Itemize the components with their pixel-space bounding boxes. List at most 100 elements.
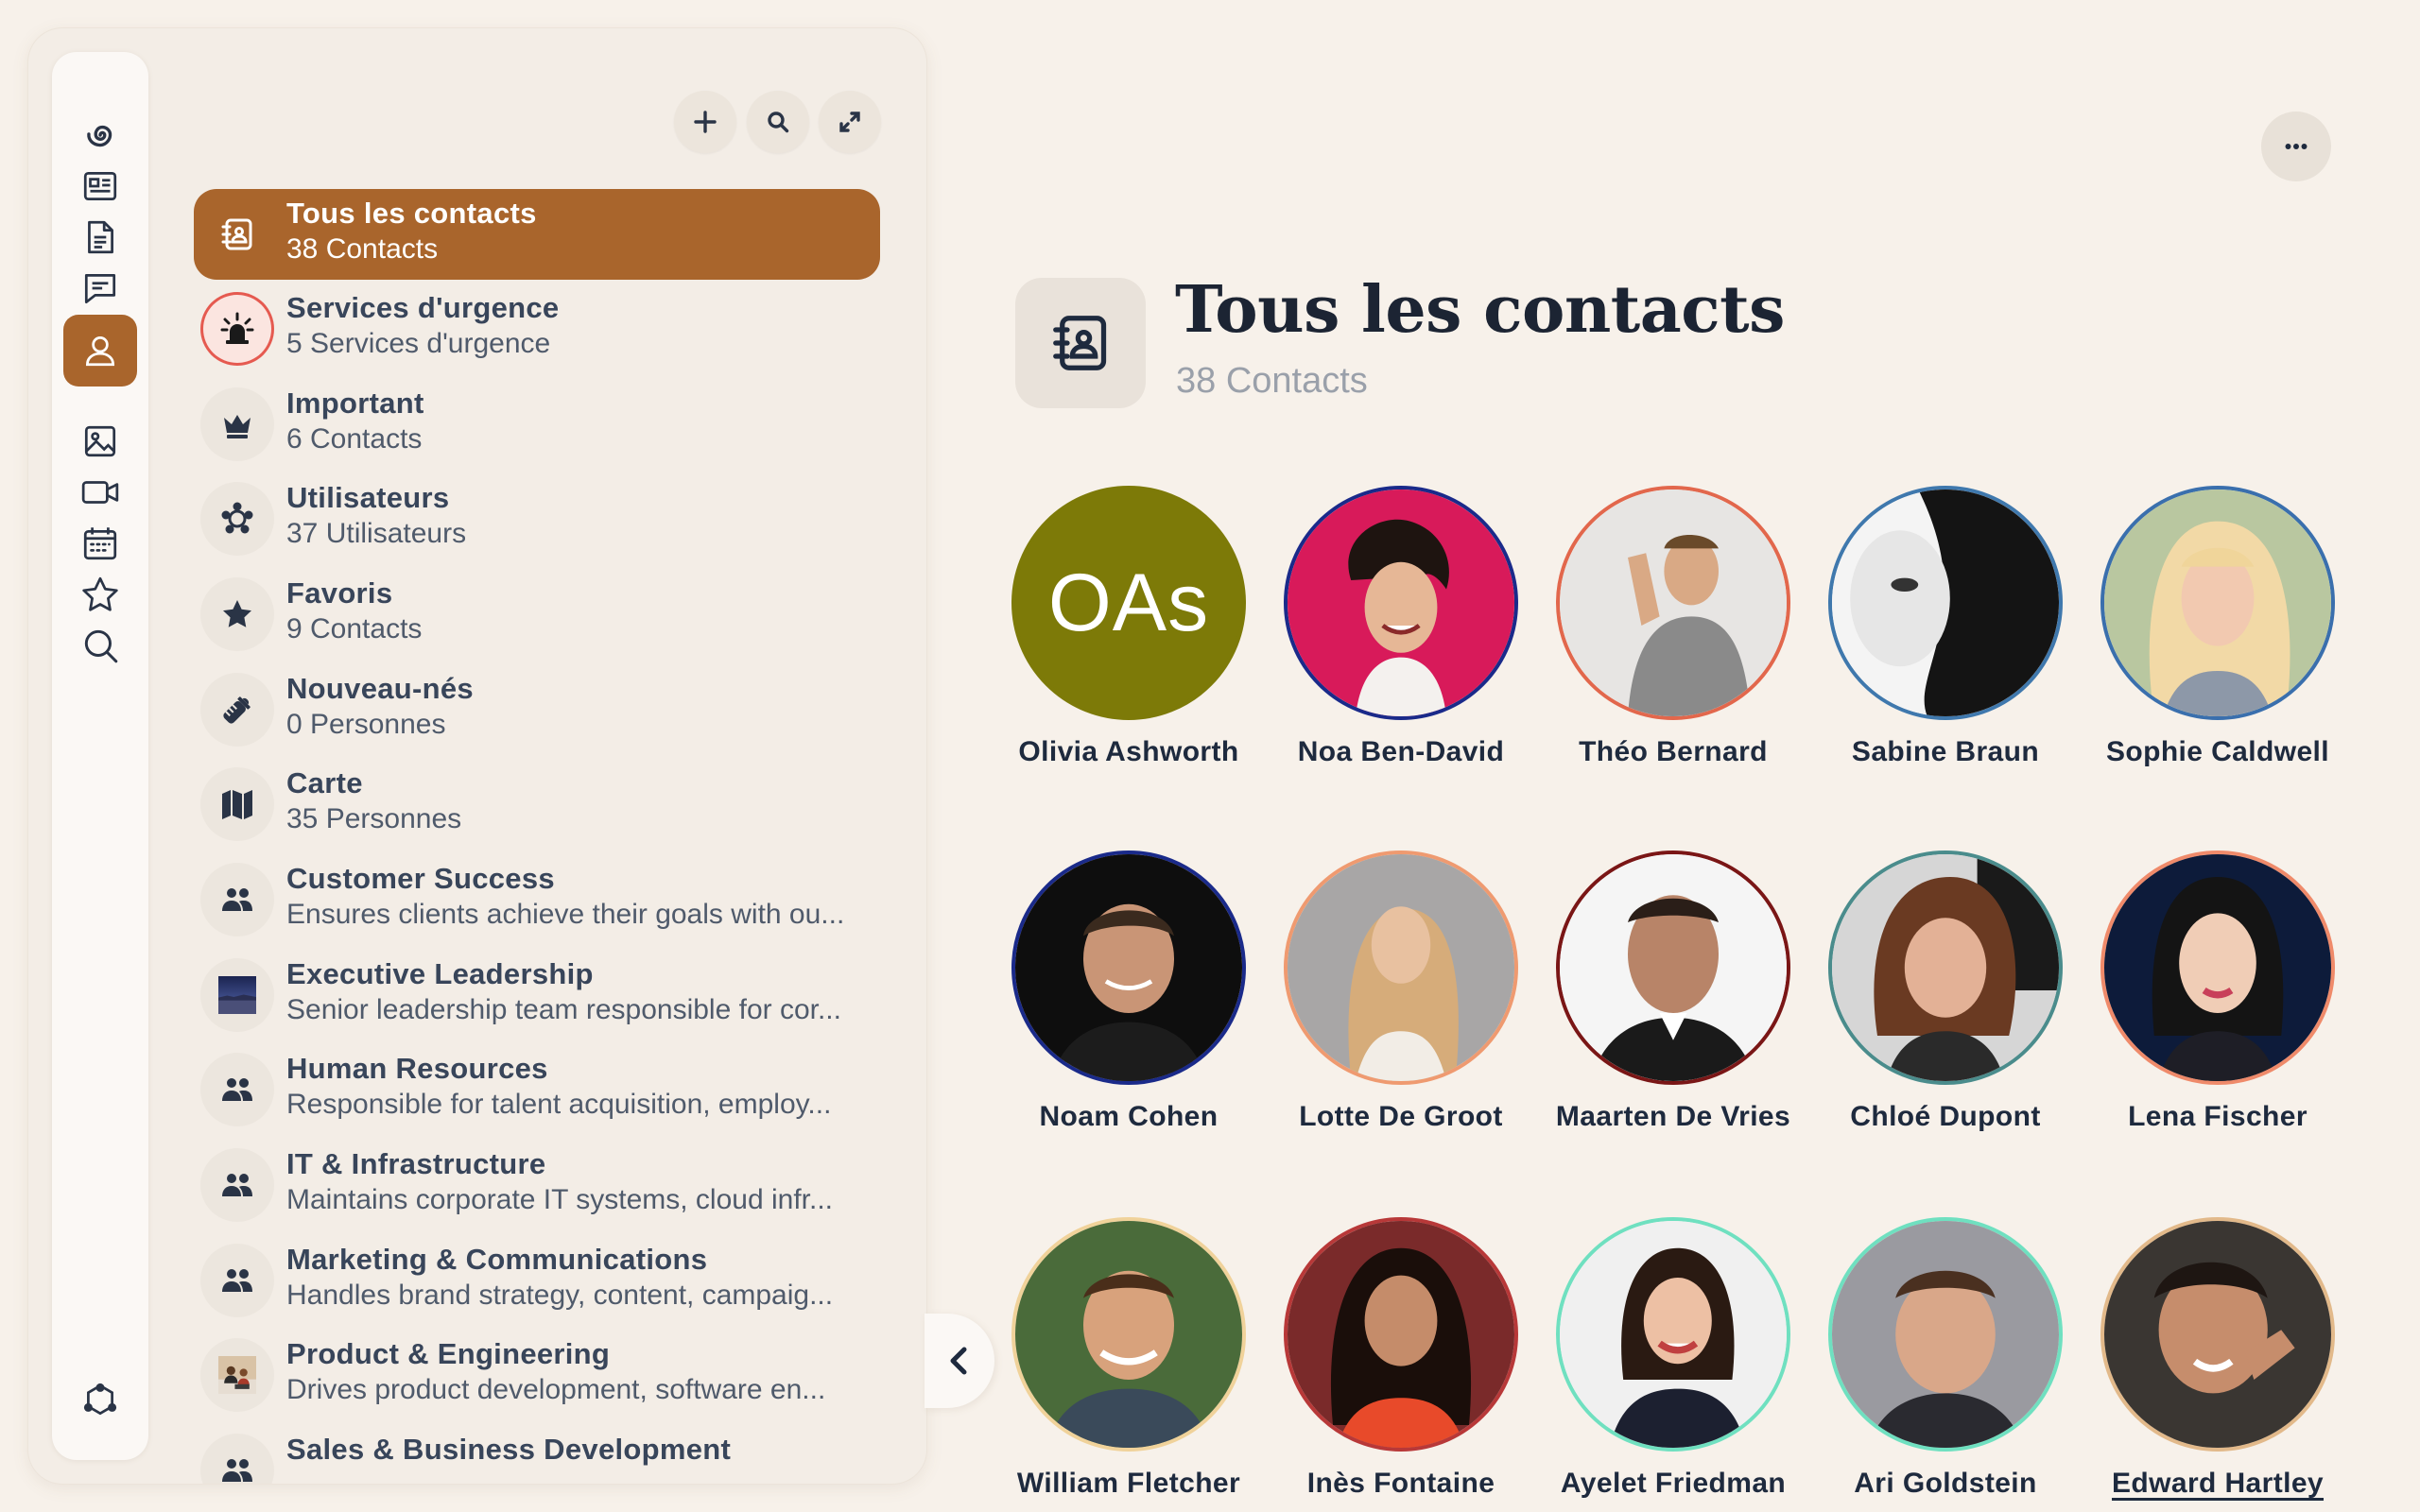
- team-icon: [200, 1148, 274, 1222]
- contact-card[interactable]: Théo Bernard: [1537, 486, 1809, 769]
- contact-name: Lena Fischer: [2128, 1101, 2308, 1132]
- search-icon[interactable]: [63, 610, 137, 681]
- contact-card[interactable]: Inès Fontaine: [1265, 1217, 1537, 1501]
- contact-name: Théo Bernard: [1579, 736, 1768, 767]
- avatar: [1556, 486, 1790, 720]
- group-subtitle: Ensures clients achieve their goals with…: [286, 899, 845, 930]
- group-title: Nouveau-nés: [286, 672, 474, 705]
- contact-name: Noam Cohen: [1039, 1101, 1219, 1132]
- contact-name: Sophie Caldwell: [2105, 736, 2330, 767]
- group-title: Executive Leadership: [286, 957, 594, 990]
- contact-card[interactable]: Maarten De Vries: [1537, 850, 1809, 1134]
- group-item-map[interactable]: Carte 35 Personnes: [194, 759, 880, 850]
- group-item-emergency[interactable]: Services d'urgence 5 Services d'urgence: [194, 284, 880, 374]
- avatar: [2100, 1217, 2335, 1452]
- contact-card[interactable]: Chloé Dupont: [1809, 850, 2082, 1134]
- contact-name: Inès Fontaine: [1306, 1468, 1495, 1499]
- group-item-executive-leadership[interactable]: Executive Leadership Senior leadership te…: [194, 950, 880, 1040]
- avatar: [1556, 850, 1790, 1085]
- group-item-customer-success[interactable]: Customer Success Ensures clients achieve …: [194, 854, 880, 945]
- group-subtitle: 5 Services d'urgence: [286, 328, 551, 359]
- contact-card[interactable]: Edward Hartley: [2082, 1217, 2354, 1501]
- group-item-human-resources[interactable]: Human Resources Responsible for talent ac…: [194, 1044, 880, 1135]
- avatar: [1556, 1217, 1790, 1452]
- contact-card[interactable]: Sabine Braun: [1809, 486, 2082, 769]
- group-item-sales[interactable]: Sales & Business Development: [194, 1425, 880, 1484]
- group-item-all-contacts[interactable]: Tous les contacts 38 Contacts: [194, 189, 880, 280]
- group-subtitle: 38 Contacts: [286, 233, 439, 265]
- expand-button[interactable]: [819, 91, 881, 153]
- avatar: [1828, 1217, 2063, 1452]
- contact-card[interactable]: Lena Fischer: [2082, 850, 2354, 1134]
- contacts-person-icon[interactable]: [63, 315, 137, 387]
- contact-card[interactable]: William Fletcher: [993, 1217, 1265, 1501]
- contact-name: Sabine Braun: [1851, 736, 2040, 767]
- contact-name: Lotte De Groot: [1299, 1101, 1503, 1132]
- contact-name: William Fletcher: [1016, 1468, 1241, 1499]
- add-group-button[interactable]: [674, 91, 736, 153]
- group-item-newborns[interactable]: Nouveau-nés 0 Personnes: [194, 664, 880, 755]
- address-book-icon: [200, 198, 274, 271]
- contact-card[interactable]: Noam Cohen: [993, 850, 1265, 1134]
- contact-card[interactable]: Sophie Caldwell: [2082, 486, 2354, 769]
- group-title: Human Resources: [286, 1052, 548, 1085]
- group-title: Favoris: [286, 576, 393, 610]
- contact-card[interactable]: Noa Ben-David: [1265, 486, 1537, 769]
- contact-card[interactable]: Ari Goldstein: [1809, 1217, 2082, 1501]
- avatar: [1828, 486, 2063, 720]
- group-item-users[interactable]: Utilisateurs 37 Utilisateurs: [194, 473, 880, 564]
- group-subtitle: Handles brand strategy, content, campaig…: [286, 1280, 834, 1311]
- group-title: Carte: [286, 766, 363, 799]
- contact-card[interactable]: Lotte De Groot: [1265, 850, 1537, 1134]
- group-subtitle: 9 Contacts: [286, 613, 423, 644]
- team-photo: [200, 1338, 274, 1412]
- group-title: Customer Success: [286, 862, 555, 895]
- group-item-product-engineering[interactable]: Product & Engineering Drives product deve…: [194, 1330, 880, 1420]
- group-subtitle: 37 Utilisateurs: [286, 518, 467, 549]
- group-subtitle: Responsible for talent acquisition, empl…: [286, 1089, 832, 1120]
- group-item-it-infrastructure[interactable]: IT & Infrastructure Maintains corporate I…: [194, 1140, 880, 1230]
- map-icon: [200, 767, 274, 841]
- contact-name: Ayelet Friedman: [1560, 1468, 1787, 1499]
- chevron-left-icon: [950, 1347, 967, 1375]
- avatar: [1011, 1217, 1246, 1452]
- group-title: Tous les contacts: [286, 197, 537, 230]
- search-groups-button[interactable]: [747, 91, 809, 153]
- team-icon: [200, 1244, 274, 1317]
- avatar-initials: OAs: [1047, 557, 1210, 648]
- team-icon: [200, 1434, 274, 1484]
- address-book-icon: [1015, 278, 1146, 408]
- group-subtitle: 6 Contacts: [286, 423, 423, 455]
- page-title: Tous les contacts: [1175, 272, 1785, 348]
- more-options-button[interactable]: [2261, 112, 2331, 181]
- contact-card[interactable]: OAs Olivia Ashworth: [993, 486, 1265, 769]
- avatar: [2100, 850, 2335, 1085]
- group-title: IT & Infrastructure: [286, 1147, 546, 1180]
- team-icon: [200, 1053, 274, 1126]
- group-item-favorites[interactable]: Favoris 9 Contacts: [194, 569, 880, 660]
- crown-icon: [200, 387, 274, 461]
- contact-name: Ari Goldstein: [1854, 1468, 2037, 1499]
- collapse-sidebar-button[interactable]: [925, 1314, 994, 1408]
- contact-card[interactable]: Ayelet Friedman: [1537, 1217, 1809, 1501]
- group-item-important[interactable]: Important 6 Contacts: [194, 379, 880, 470]
- settings-icon[interactable]: [63, 1364, 137, 1435]
- contact-name: Maarten De Vries: [1555, 1101, 1791, 1132]
- avatar: [2100, 486, 2335, 720]
- baby-bottle-icon: [200, 673, 274, 747]
- group-title: Marketing & Communications: [286, 1243, 708, 1276]
- group-item-marketing[interactable]: Marketing & Communications Handles brand …: [194, 1235, 880, 1326]
- group-list: Tous les contacts 38 Contacts Services d'…: [194, 187, 880, 1484]
- group-subtitle: 0 Personnes: [286, 709, 446, 740]
- group-subtitle: Maintains corporate IT systems, cloud in…: [286, 1184, 834, 1215]
- group-subtitle: Senior leadership team responsible for c…: [286, 994, 841, 1025]
- contact-name: Edward Hartley: [2111, 1468, 2324, 1499]
- team-icon: [200, 863, 274, 936]
- group-subtitle: 35 Personnes: [286, 803, 462, 834]
- avatar: [1284, 1217, 1518, 1452]
- siren-icon: [200, 292, 274, 366]
- contact-name: Chloé Dupont: [1850, 1101, 2041, 1132]
- users-circle-icon: [200, 482, 274, 556]
- avatar: [1284, 850, 1518, 1085]
- avatar: [1011, 850, 1246, 1085]
